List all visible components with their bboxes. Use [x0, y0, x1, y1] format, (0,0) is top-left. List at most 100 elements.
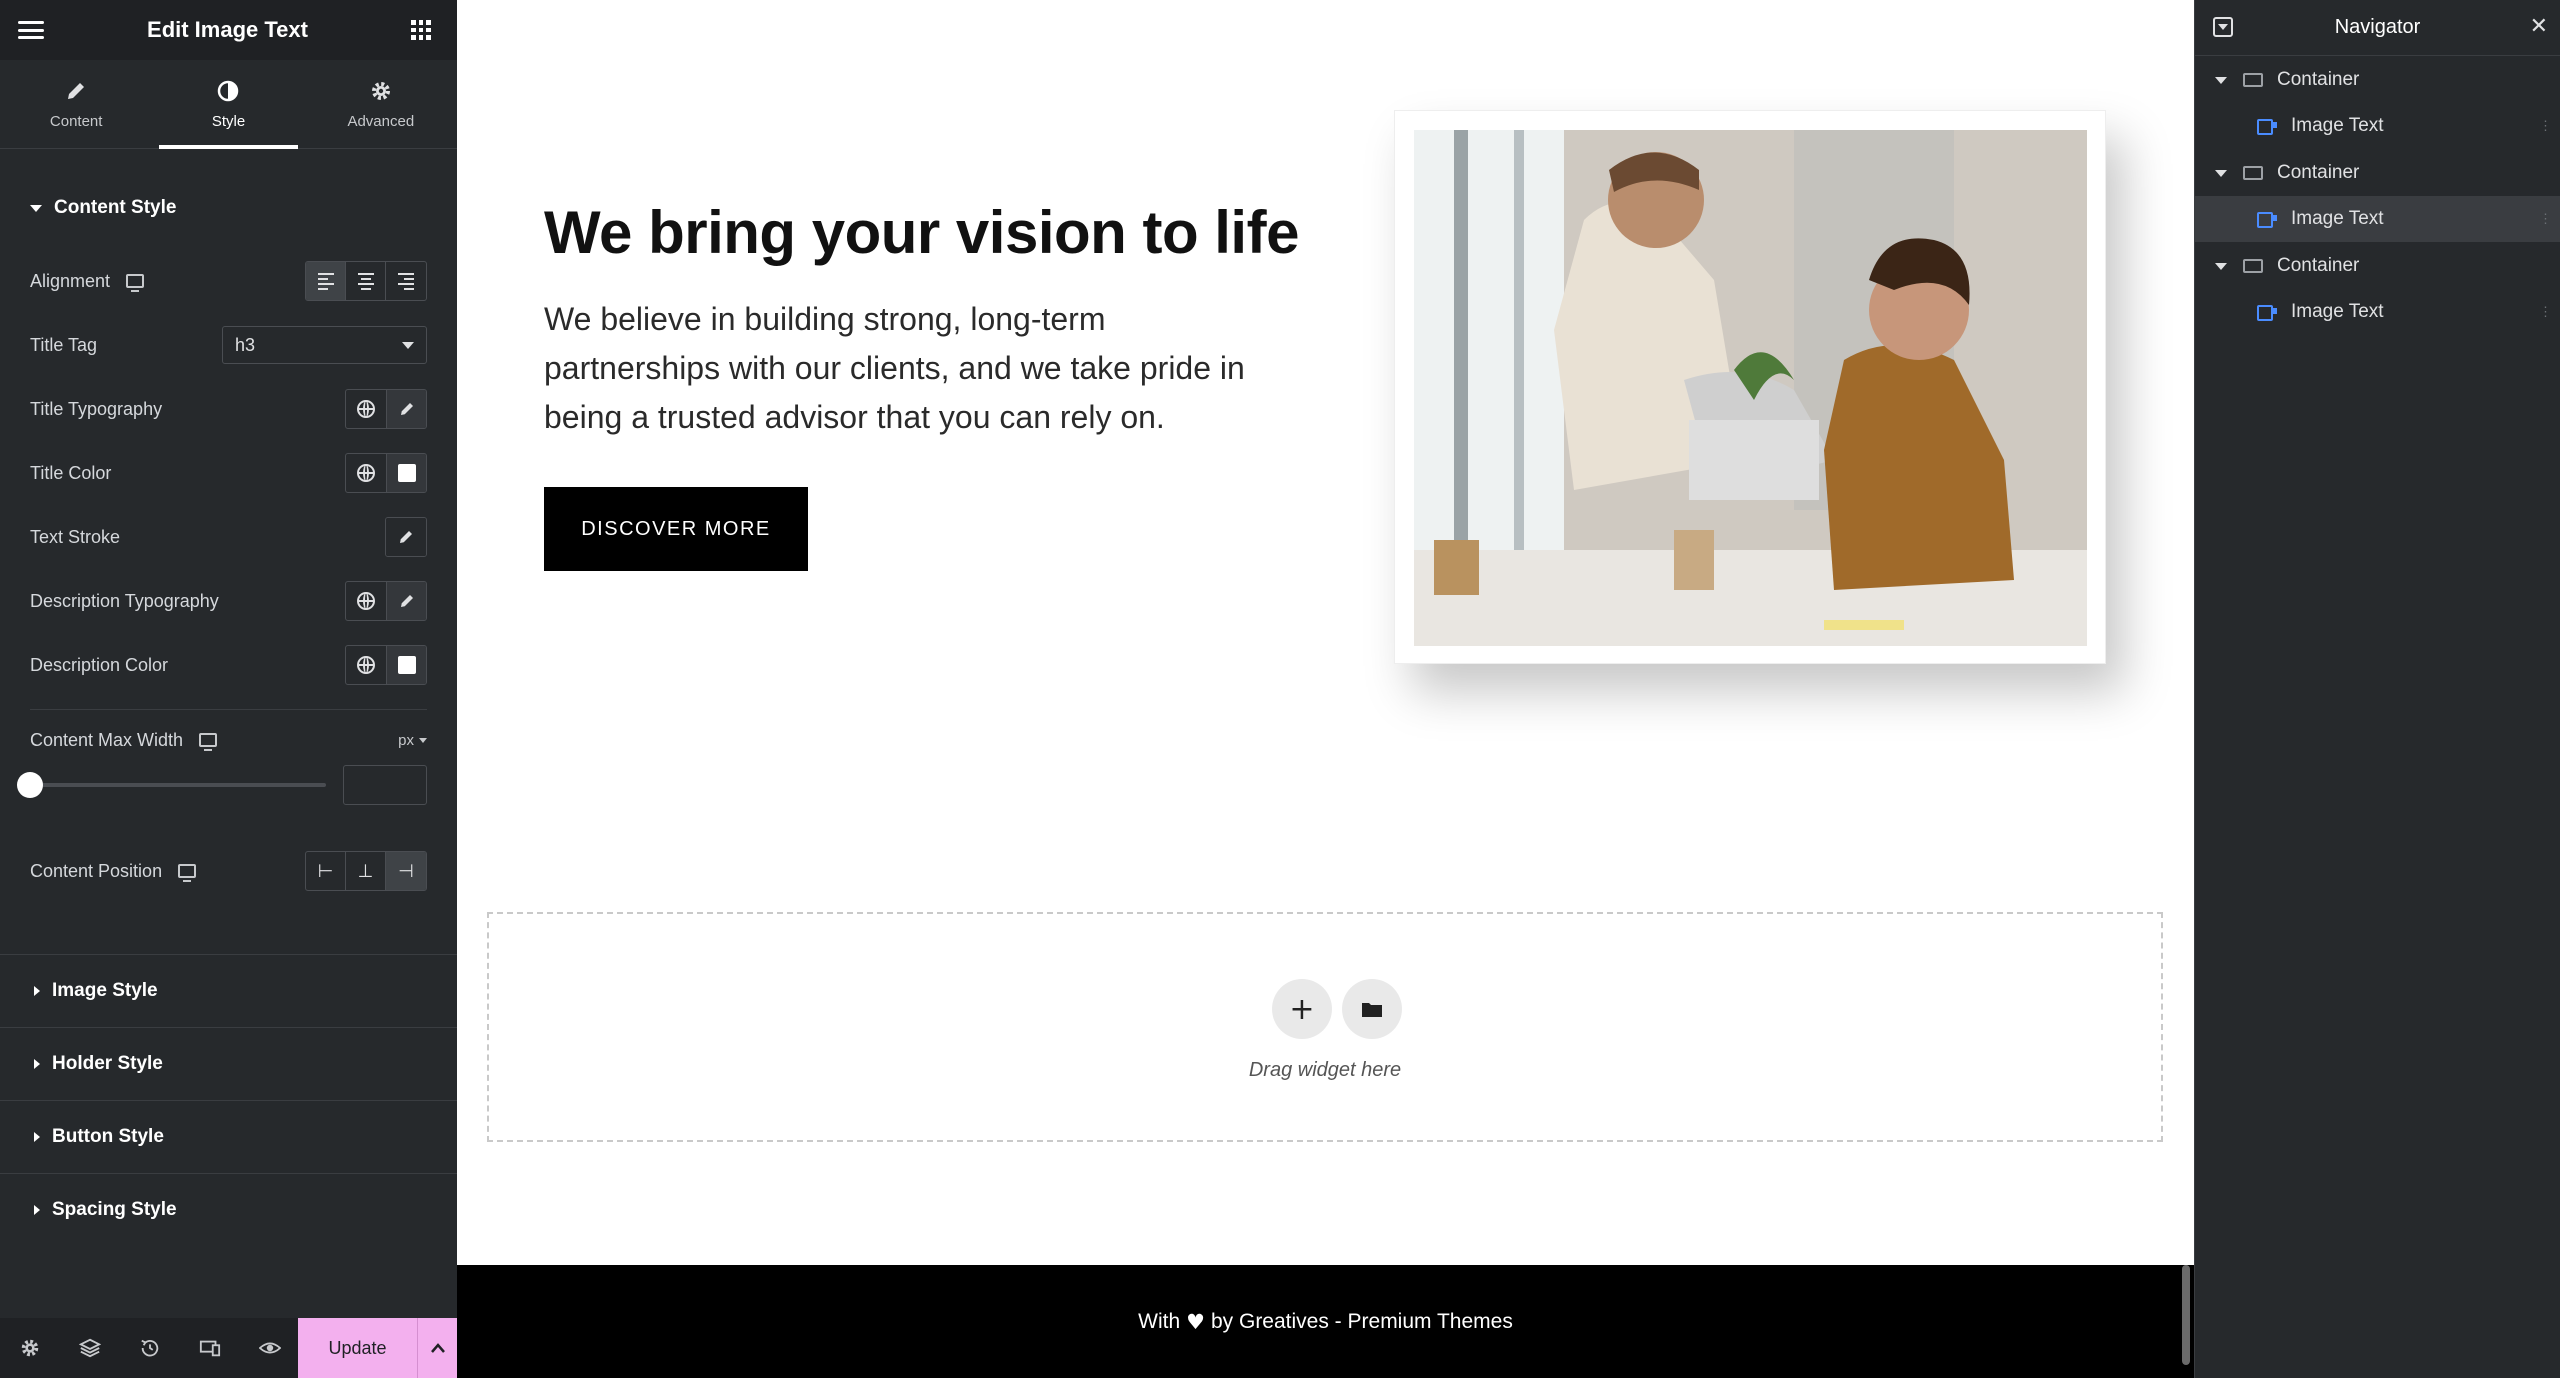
color-swatch	[397, 464, 416, 482]
hamburger-menu-icon[interactable]	[18, 21, 44, 39]
pencil-icon	[400, 531, 412, 543]
pencil-icon	[400, 403, 413, 415]
close-icon[interactable]: ✕	[2530, 14, 2548, 39]
content-max-width-input[interactable]	[343, 765, 427, 805]
navigator-item-image-text[interactable]: Image Text ⋮	[2195, 103, 2560, 149]
hero-title[interactable]: We bring your vision to life	[544, 198, 1299, 267]
description-color-label: Description Color	[30, 654, 169, 675]
navigator-item-container[interactable]: Container	[2195, 150, 2560, 196]
unit-select[interactable]: px	[398, 732, 427, 749]
navigator-item-container[interactable]: Container	[2195, 243, 2560, 289]
edit-text-stroke-button[interactable]	[386, 518, 426, 556]
title-tag-select[interactable]: h3	[222, 326, 427, 364]
drag-handle-icon[interactable]: ⋮	[2539, 304, 2552, 320]
align-right-icon	[398, 272, 414, 290]
layers-button[interactable]	[60, 1318, 120, 1378]
responsive-icon	[199, 1340, 221, 1357]
button-style-section[interactable]: Button Style	[0, 1100, 457, 1173]
title-color-swatch[interactable]	[386, 454, 426, 492]
editor-panel: Edit Image Text Content Style Advanced C…	[0, 0, 457, 1378]
alignment-label: Alignment	[30, 270, 111, 291]
caret-right-icon	[34, 1132, 40, 1142]
content-max-width-slider-handle[interactable]	[17, 772, 43, 798]
image-text-widget-icon	[2257, 305, 2277, 321]
footer-prefix: With	[1138, 1309, 1181, 1333]
title-color-control: Title Color	[30, 453, 427, 493]
align-bottom-icon: ⊥	[357, 860, 374, 882]
tab-style[interactable]: Style	[152, 60, 304, 149]
update-options-button[interactable]	[417, 1318, 457, 1378]
navigator-item-label: Image Text	[2291, 208, 2384, 229]
unit-value: px	[398, 731, 414, 749]
title-tag-value: h3	[235, 334, 256, 355]
tab-content[interactable]: Content	[0, 60, 152, 148]
canvas-scrollbar[interactable]	[2182, 1265, 2190, 1365]
align-center-button[interactable]	[346, 262, 386, 300]
container-icon	[2243, 259, 2263, 273]
page-canvas: We bring your vision to life We believe …	[457, 0, 2194, 1378]
apps-grid-icon[interactable]	[411, 20, 431, 40]
settings-button[interactable]	[0, 1318, 60, 1378]
global-typography-button[interactable]	[346, 390, 386, 428]
add-section-button[interactable]: +	[1272, 979, 1332, 1039]
responsive-mode-button[interactable]	[180, 1318, 240, 1378]
align-end-icon: ⊣	[398, 860, 414, 882]
caret-down-icon[interactable]	[2215, 76, 2227, 84]
desktop-responsive-icon[interactable]	[126, 274, 145, 292]
discover-more-button[interactable]: DISCOVER MORE	[544, 487, 808, 571]
navigator-item-label: Image Text	[2291, 301, 2384, 322]
navigator-collapse-button[interactable]	[2213, 17, 2233, 37]
navigator-item-image-text[interactable]: Image Text ⋮	[2195, 289, 2560, 335]
image-card[interactable]	[1394, 110, 2106, 664]
drag-widget-hint: Drag widget here	[1248, 1059, 1402, 1081]
navigator-item-container[interactable]: Container	[2195, 57, 2560, 103]
position-end-button[interactable]: ⊣	[386, 852, 426, 890]
footer-credit[interactable]: by Greatives - Premium Themes	[1211, 1310, 1513, 1334]
content-max-width-control: Content Max Width px	[30, 720, 427, 760]
hero-description[interactable]: We believe in building strong, long-term…	[544, 295, 1264, 442]
align-left-button[interactable]	[306, 262, 346, 300]
global-color-button[interactable]	[346, 646, 386, 684]
navigator-item-image-text-selected[interactable]: Image Text ⋮	[2195, 196, 2560, 242]
global-color-button[interactable]	[346, 454, 386, 492]
global-typography-button[interactable]	[346, 582, 386, 620]
preview-button[interactable]	[240, 1318, 300, 1378]
globe-icon	[357, 656, 375, 674]
alignment-control: Alignment	[30, 261, 427, 301]
navigator-item-label: Container	[2277, 255, 2360, 276]
chevron-down-icon	[402, 341, 414, 349]
position-start-button[interactable]: ⊢	[306, 852, 346, 890]
history-button[interactable]	[120, 1318, 180, 1378]
desktop-responsive-icon[interactable]	[178, 864, 197, 882]
content-style-section-toggle[interactable]: Content Style	[0, 197, 176, 219]
drag-handle-icon[interactable]: ⋮	[2539, 211, 2552, 227]
drag-handle-icon[interactable]: ⋮	[2539, 118, 2552, 134]
divider	[30, 709, 427, 710]
container-icon	[2243, 166, 2263, 180]
align-right-button[interactable]	[386, 262, 426, 300]
add-template-button[interactable]	[1342, 979, 1402, 1039]
holder-style-section[interactable]: Holder Style	[0, 1027, 457, 1100]
caret-down-icon[interactable]	[2215, 262, 2227, 270]
container-icon	[2243, 73, 2263, 87]
image-style-section[interactable]: Image Style	[0, 954, 457, 1027]
title-tag-control: Title Tag h3	[30, 325, 427, 365]
description-typography-control: Description Typography	[30, 581, 427, 621]
desktop-responsive-icon[interactable]	[199, 733, 218, 751]
position-center-button[interactable]: ⊥	[346, 852, 386, 890]
update-button[interactable]: Update	[298, 1318, 417, 1378]
empty-section-drop-zone[interactable]: + Drag widget here	[487, 912, 2163, 1142]
title-typography-label: Title Typography	[30, 398, 163, 419]
spacing-style-section[interactable]: Spacing Style	[0, 1173, 457, 1246]
caret-down-icon[interactable]	[2215, 169, 2227, 177]
spacing-style-heading: Spacing Style	[52, 1199, 177, 1220]
edit-typography-button[interactable]	[386, 390, 426, 428]
edit-typography-button[interactable]	[386, 582, 426, 620]
tab-content-label: Content	[49, 112, 103, 130]
navigator-item-label: Image Text	[2291, 115, 2384, 136]
tab-advanced[interactable]: Advanced	[305, 60, 457, 148]
content-max-width-slider-track[interactable]	[30, 783, 326, 787]
image-style-heading: Image Style	[52, 980, 158, 1001]
caret-right-icon	[34, 1059, 40, 1069]
description-color-swatch[interactable]	[386, 646, 426, 684]
